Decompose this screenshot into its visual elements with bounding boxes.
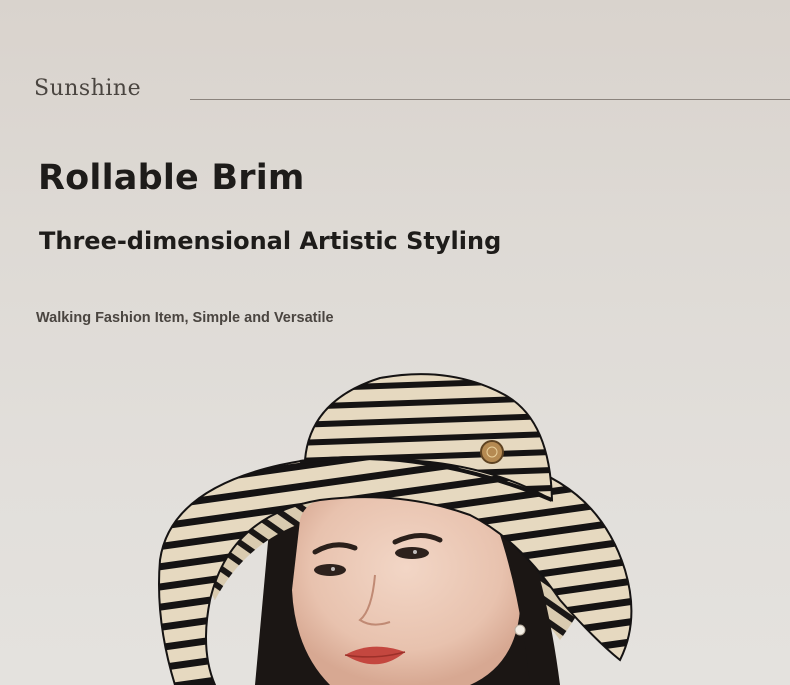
- hat-button-icon: [480, 440, 504, 464]
- product-banner: Sunshine Rollable Brim Three-dimensional…: [0, 0, 790, 685]
- model-photo: [158, 373, 633, 685]
